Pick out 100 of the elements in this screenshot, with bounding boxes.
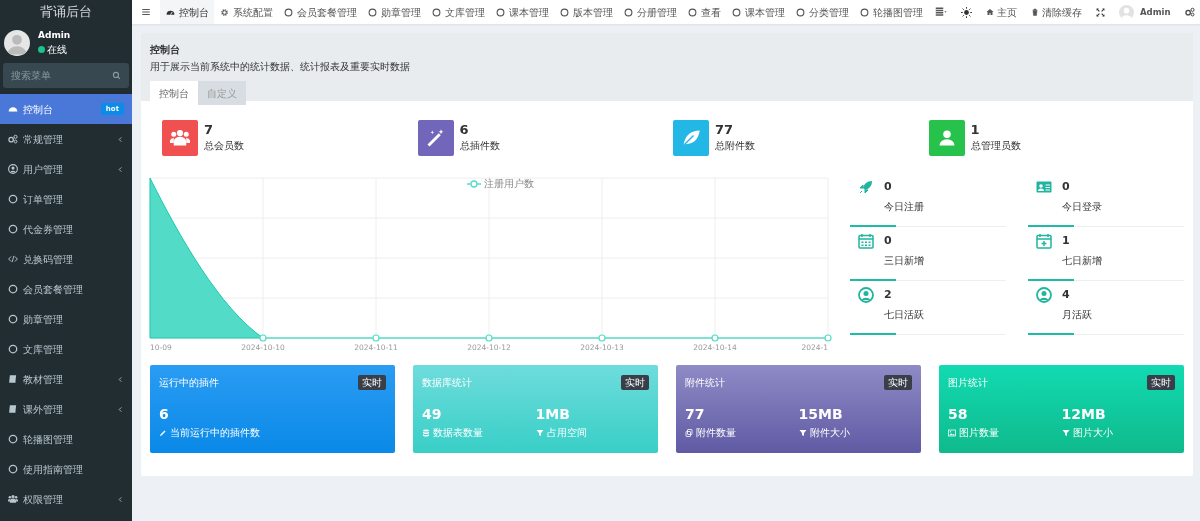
metric-label: 占用空间 [546, 426, 587, 440]
stat-label: 七日新增 [1062, 253, 1102, 268]
metric-label: 数据表数量 [433, 426, 483, 440]
sun-icon [961, 6, 972, 18]
chevron-icon [117, 165, 124, 173]
chevron-icon [117, 135, 124, 143]
stat-label: 总附件数 [715, 138, 755, 153]
code-icon [8, 254, 18, 264]
stat-label: 总会员数 [204, 138, 244, 153]
nav-tab[interactable]: 分类管理 [790, 0, 854, 24]
gears-icon [8, 134, 18, 144]
trash-icon [1031, 8, 1039, 16]
stat-label: 三日新增 [884, 253, 924, 268]
stat-value: 4 [1062, 287, 1071, 303]
menu-icon [141, 7, 151, 17]
page-description: 用于展示当前系统中的统计数据、统计报表及重要实时数据 [150, 60, 411, 74]
nav-tab[interactable]: 课本管理 [490, 0, 554, 24]
avatar [4, 30, 30, 56]
stat-value: 0 [884, 179, 893, 195]
metric-label: 当前运行中的插件数 [170, 426, 260, 440]
calendar-icon [858, 233, 874, 249]
nav-tab[interactable]: 分册管理 [618, 0, 682, 24]
nav-tab[interactable]: 系统配置 [214, 0, 278, 24]
filter-icon [535, 428, 544, 437]
realtime-badge: 实时 [1147, 375, 1175, 390]
stat-value: 6 [459, 123, 470, 138]
sidebar-item[interactable]: 使用指南管理 [0, 454, 132, 484]
sidebar-item[interactable]: 兑换码管理 [0, 244, 132, 274]
legend-label: 注册用户数 [484, 178, 534, 189]
circle-icon [8, 194, 18, 204]
stat-label: 月活跃 [1062, 307, 1092, 322]
stat-label: 今日登录 [1062, 199, 1102, 214]
nav-tab[interactable]: 控制台 [160, 0, 214, 24]
sidebar-item[interactable]: 权限管理 [0, 484, 132, 514]
user-menu[interactable]: Admin [1112, 0, 1178, 24]
filter-icon [798, 428, 807, 437]
circle-icon [367, 7, 377, 17]
sidebar-item[interactable]: 代金券管理 [0, 214, 132, 244]
search-icon [112, 71, 121, 80]
search-field[interactable]: 搜索菜单 [3, 63, 129, 88]
user-circle-icon [1036, 287, 1052, 303]
home-link[interactable]: 主页 [979, 0, 1024, 24]
circle-icon [623, 7, 633, 17]
realtime-badge: 实时 [358, 375, 386, 390]
circle-icon [8, 224, 18, 234]
image-icon [948, 428, 956, 437]
copy-icon [685, 428, 693, 437]
nav-tab[interactable]: 查看 [682, 0, 726, 24]
stat-label: 今日注册 [884, 199, 924, 214]
stat-value: 77 [715, 123, 735, 138]
circle-icon [859, 7, 869, 17]
nav-tab[interactable]: 版本管理 [554, 0, 618, 24]
nav-tab[interactable]: 会员套餐管理 [278, 0, 362, 24]
sidebar-item[interactable]: 教材管理 [0, 364, 132, 394]
database-icon [422, 428, 430, 437]
stat-label: 七日活跃 [884, 307, 924, 322]
circle-icon [559, 7, 569, 17]
realtime-badge: 实时 [621, 375, 649, 390]
card-title: 运行中的插件 [159, 376, 219, 390]
chevron-icon [117, 405, 124, 413]
circle-icon [8, 314, 18, 324]
gear-icon [219, 7, 229, 17]
gauge-icon [8, 104, 18, 114]
sidebar-item[interactable]: 勋章管理 [0, 304, 132, 334]
sidebar-item[interactable]: 文库管理 [0, 334, 132, 364]
sidebar-item[interactable]: 订单管理 [0, 184, 132, 214]
metric-label: 附件大小 [809, 426, 850, 440]
user-circle-icon [8, 164, 18, 174]
circle-icon [495, 7, 505, 17]
card-title: 图片统计 [948, 376, 988, 390]
nav-tab[interactable]: 轮播图管理 [854, 0, 928, 24]
sidebar-item[interactable]: 课外管理 [0, 394, 132, 424]
clear-cache-button[interactable]: 清除缓存 [1024, 0, 1089, 24]
sidebar-item[interactable]: 用户管理 [0, 154, 132, 184]
metric-label: 附件数量 [696, 426, 736, 440]
circle-icon [731, 7, 741, 17]
expand-icon [1096, 7, 1105, 17]
calendar-plus-icon [1036, 233, 1052, 249]
sidebar-item[interactable]: 常规管理 [0, 124, 132, 154]
stat-value: 7 [204, 123, 215, 138]
sidebar-item[interactable]: 会员套餐管理 [0, 274, 132, 304]
users-icon [8, 494, 18, 504]
chevron-icon [117, 495, 124, 503]
metric-value: 6 [159, 405, 170, 424]
realtime-badge: 实时 [884, 375, 912, 390]
sidebar-item[interactable]: 轮播图管理 [0, 424, 132, 454]
metric-value: 15MB [798, 405, 844, 424]
nav-tab[interactable]: 课本管理 [726, 0, 790, 24]
nav-tab[interactable]: 勋章管理 [362, 0, 426, 24]
circle-icon [283, 7, 293, 17]
nav-tab[interactable]: 文库管理 [426, 0, 490, 24]
circle-icon [8, 344, 18, 354]
user-circle-icon [858, 287, 874, 303]
stat-value: 1 [970, 123, 981, 138]
stat-value: 2 [884, 287, 893, 303]
book-icon [8, 374, 18, 384]
id-card-icon [1036, 179, 1052, 195]
rocket-icon [858, 179, 874, 195]
circle-icon [8, 284, 18, 294]
gears-icon [1184, 7, 1195, 17]
